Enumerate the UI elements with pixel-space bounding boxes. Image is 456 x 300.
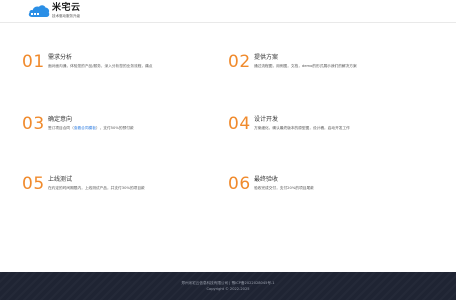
step-number: 06 [228, 174, 251, 194]
step-description: 方案细化，确认最终版本的原型图，设计稿，启动开发工作 [254, 126, 350, 130]
step-description: 签订项目合同（查看合同模板），支付50%的预付款 [48, 126, 134, 131]
step-title: 确定意向 [48, 116, 73, 123]
step-number: 04 [228, 114, 251, 134]
step-number: 02 [228, 52, 251, 72]
cloud-logo-icon [28, 5, 50, 18]
step-title: 提供方案 [254, 54, 279, 61]
step-number: 01 [22, 52, 45, 72]
step-title: 上线测试 [48, 176, 73, 183]
step-title: 最终验收 [254, 176, 279, 183]
footer-copyright: Copyright © 2022-2025 [206, 287, 250, 291]
brand-name: 米宅云 [52, 3, 81, 13]
step-02: 02 提供方案 通过流程图，用例图，文档，demo的形式展示我们的解决方案 [228, 52, 428, 82]
step-description: 验收完成交付，支付20%的项目尾款 [254, 186, 314, 190]
step-01: 01 需求分析 面对面沟通，体验您的产品/服务，深入分析您的业务流程，痛点 [22, 52, 222, 82]
step-description: 面对面沟通，体验您的产品/服务，深入分析您的业务流程，痛点 [48, 64, 153, 68]
desc-text-after: ），支付50%的预付款 [95, 126, 134, 130]
step-05: 05 上线测试 在约定的时间期限内，上线测试产品，并支付30%的项目款 [22, 174, 222, 204]
contract-template-link[interactable]: 查看合同模板 [74, 126, 96, 130]
footer-company-icp[interactable]: 郑州米宅云信息科技有限公司 | 豫ICP备2022028045号-1 [0, 281, 456, 286]
step-title: 需求分析 [48, 54, 73, 61]
step-06: 06 最终验收 验收完成交付，支付20%的项目尾款 [228, 174, 428, 204]
site-footer: 郑州米宅云信息科技有限公司 | 豫ICP备2022028045号-1 Copyr… [0, 272, 456, 300]
logo[interactable]: 米宅云 技术驱动服务升级 [28, 2, 108, 20]
desc-text-before: 签订项目合同（ [48, 126, 74, 130]
site-header: 米宅云 技术驱动服务升级 [0, 0, 456, 23]
step-description: 在约定的时间期限内，上线测试产品，并支付30%的项目款 [48, 186, 145, 190]
brand-slogan: 技术驱动服务升级 [52, 14, 80, 18]
step-description: 通过流程图，用例图，文档，demo的形式展示我们的解决方案 [254, 64, 357, 68]
step-number: 05 [22, 174, 45, 194]
step-title: 设计开发 [254, 116, 279, 123]
step-04: 04 设计开发 方案细化，确认最终版本的原型图，设计稿，启动开发工作 [228, 114, 428, 144]
step-number: 03 [22, 114, 45, 134]
step-03: 03 确定意向 签订项目合同（查看合同模板），支付50%的预付款 [22, 114, 222, 144]
